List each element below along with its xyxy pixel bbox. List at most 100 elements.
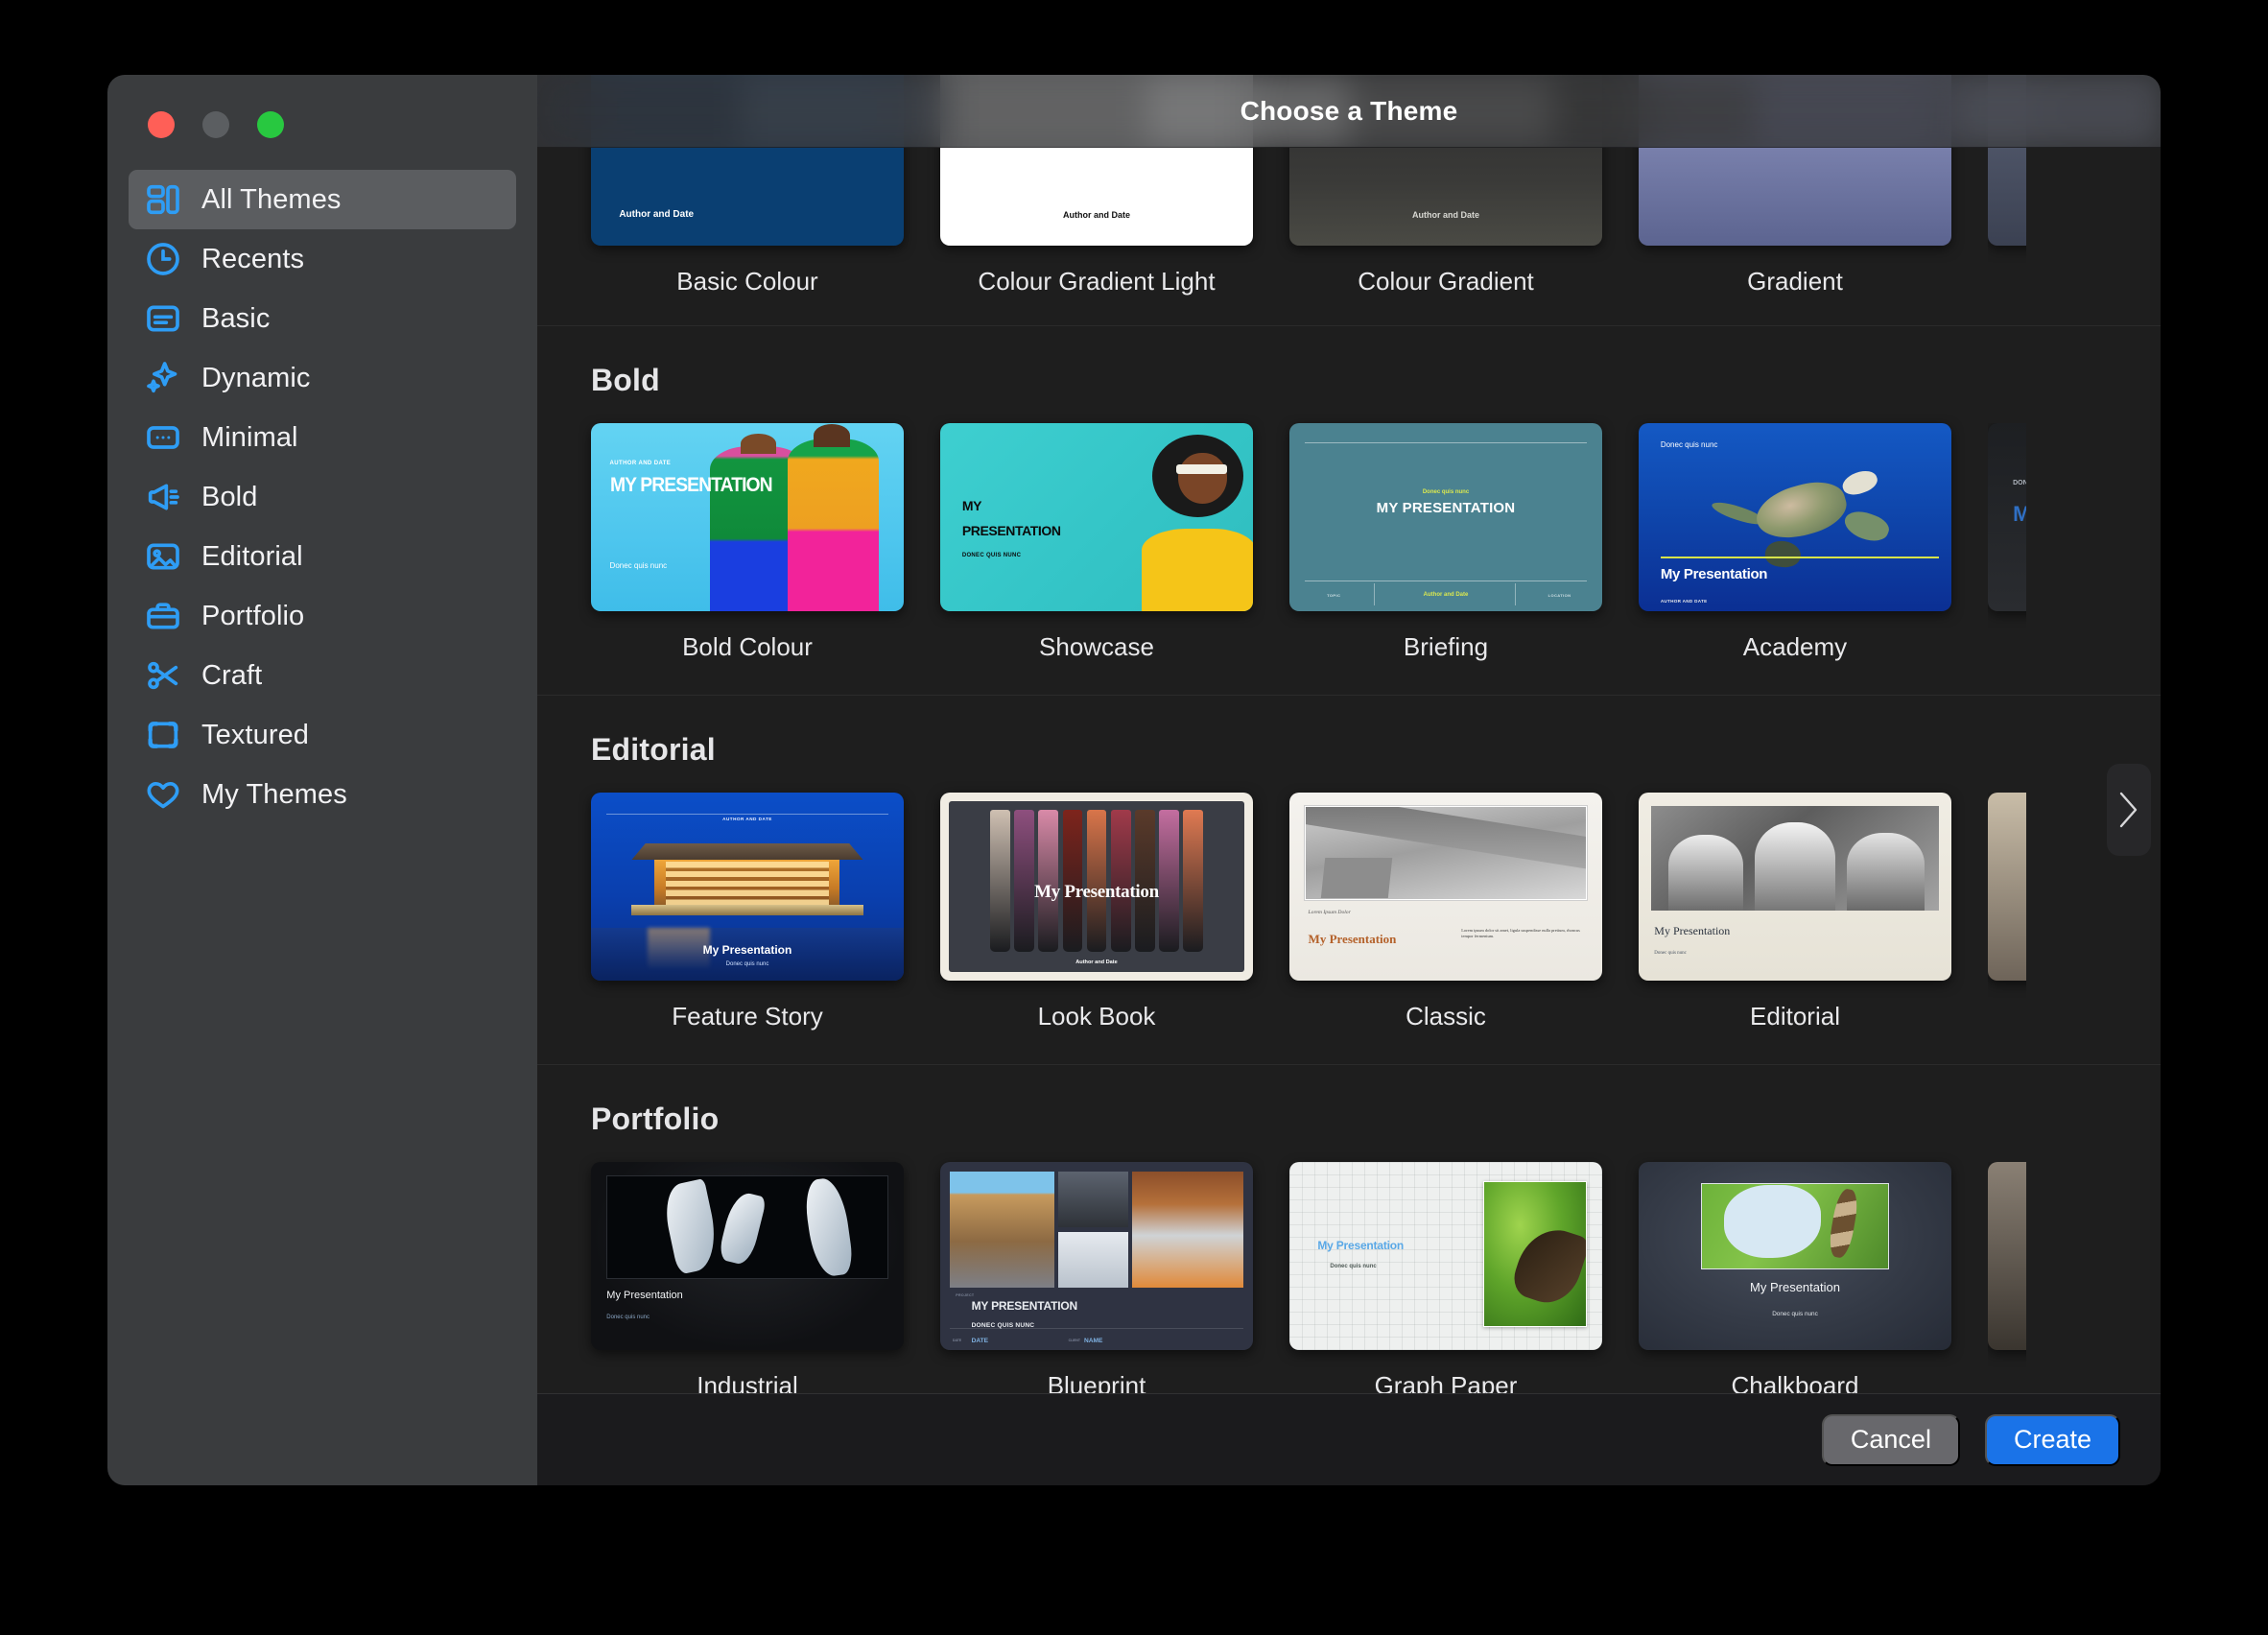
slide-title: My Presentation <box>1308 932 1397 947</box>
sidebar-item-recents[interactable]: Recents <box>129 229 516 289</box>
dialog-footer: Cancel Create <box>537 1393 2161 1485</box>
sidebar-item-label: All Themes <box>201 183 342 215</box>
theme-name: Industrial <box>697 1371 798 1393</box>
sidebar-item-label: Portfolio <box>201 600 305 631</box>
theme-cell[interactable]: PROJECT MY PRESENTATION DONEC QUIS NUNC … <box>940 1162 1253 1393</box>
sidebar-item-craft[interactable]: Craft <box>129 646 516 705</box>
theme-cell[interactable]: AUTHOR AND DATE MY PRESENTATION Donec qu… <box>591 423 904 662</box>
theme-section: Editorial AUTHOR AND DATE My Presentatio… <box>537 695 2161 1064</box>
sidebar-item-label: Dynamic <box>201 362 311 393</box>
theme-slide-preview: My Presentation Donec quis nunc <box>1639 793 1951 981</box>
sidebar-item-editorial[interactable]: Editorial <box>129 527 516 586</box>
theme-slide-preview: Donec quis nunc My Presentation AUTHOR A… <box>1639 423 1951 611</box>
theme-cell-partial[interactable]: DON M <box>1988 423 2026 662</box>
theme-cell-partial[interactable] <box>1988 793 2026 1031</box>
sidebar-item-my-themes[interactable]: My Themes <box>129 765 516 824</box>
theme-name: Showcase <box>1039 632 1154 661</box>
slide-title: MY PRESENTATION <box>1376 500 1516 517</box>
slide-title: My Presentation <box>606 1290 683 1302</box>
theme-slide-preview <box>1988 1162 2026 1350</box>
ellipsis-box-icon <box>144 418 182 457</box>
theme-name: Gradient <box>1747 267 1843 296</box>
sidebar-item-label: Textured <box>201 719 310 750</box>
theme-thumbnail[interactable]: My Presentation Donec quis nunc <box>591 1162 904 1350</box>
slide-subtitle: Donec quis nunc <box>606 1314 650 1320</box>
slide-subtitle: Donec quis nunc <box>725 961 769 968</box>
slide-eyebrow: DON <box>2013 479 2026 486</box>
cancel-button[interactable]: Cancel <box>1821 1413 1960 1466</box>
sidebar-item-label: Bold <box>201 481 258 512</box>
slide-title: MY PRESENTATION <box>609 473 773 496</box>
theme-thumbnail[interactable]: PROJECT MY PRESENTATION DONEC QUIS NUNC … <box>940 1162 1253 1350</box>
theme-cell[interactable]: My Presentation Donec quis nunc Graph Pa… <box>1289 1162 1602 1393</box>
theme-cell[interactable]: My Presentation Donec quis nunc Editoria… <box>1639 793 1951 1031</box>
theme-thumbnail[interactable]: My Presentation Donec quis nunc <box>1289 1162 1602 1350</box>
theme-thumbnail[interactable]: Donec quis nunc MY PRESENTATION TOPIC Au… <box>1289 423 1602 611</box>
theme-name: Bold Colour <box>682 632 813 661</box>
close-button[interactable] <box>148 111 175 138</box>
sidebar: All Themes Recents Basic Dynamic Minimal… <box>107 75 537 1485</box>
theme-thumbnail[interactable]: MY PRESENTATION DONEC QUIS NUNC <box>940 423 1253 611</box>
chevron-right-icon <box>2118 791 2139 829</box>
slide-subtitle: Donec quis nunc <box>1330 1263 1377 1269</box>
sidebar-item-bold[interactable]: Bold <box>129 467 516 527</box>
theme-cell-partial[interactable] <box>1988 1162 2026 1393</box>
theme-thumbnail[interactable]: AUTHOR AND DATE MY PRESENTATION Donec qu… <box>591 423 904 611</box>
theme-cell[interactable]: Donec quis nunc MY PRESENTATION TOPIC Au… <box>1289 423 1602 662</box>
slide-author: Author and Date <box>1075 959 1118 965</box>
sidebar-item-label: My Themes <box>201 778 347 810</box>
slide-subtitle: DONEC QUIS NUNC <box>961 553 1022 559</box>
theme-name: Basic Colour <box>676 267 818 296</box>
sidebar-item-label: Basic <box>201 302 271 334</box>
theme-thumbnail[interactable]: My Presentation Donec quis nunc <box>1639 1162 1951 1350</box>
theme-thumbnail-partial[interactable] <box>1988 793 2026 981</box>
slide-value-date: DATE <box>971 1338 989 1345</box>
create-button[interactable]: Create <box>1984 1413 2120 1466</box>
slide-title: MY <box>961 498 982 514</box>
theme-cell[interactable]: My Presentation Donec quis nunc Chalkboa… <box>1639 1162 1951 1393</box>
slide-footer-left: TOPIC <box>1327 593 1341 599</box>
theme-cell[interactable]: Donec quis nunc My Presentation AUTHOR A… <box>1639 423 1951 662</box>
section-heading: Bold <box>591 363 660 397</box>
theme-sections: Author and Date Basic Colour Author and … <box>537 75 2161 1393</box>
theme-thumbnail[interactable]: AUTHOR AND DATE My Presentation Donec qu… <box>591 793 904 981</box>
theme-cell[interactable]: My Presentation Author and Date Look Boo… <box>940 793 1253 1031</box>
sidebar-item-all-themes[interactable]: All Themes <box>129 170 516 229</box>
theme-scroll-area[interactable]: Author and Date Basic Colour Author and … <box>537 75 2161 1393</box>
theme-slide-preview: My Presentation Donec quis nunc <box>1289 1162 1602 1350</box>
theme-slide-preview: PROJECT MY PRESENTATION DONEC QUIS NUNC … <box>940 1162 1253 1350</box>
slide-eyebrow: Lorem Ipsum Dolor <box>1308 909 1351 915</box>
section-heading: Editorial <box>591 732 716 767</box>
theme-row: AUTHOR AND DATE My Presentation Donec qu… <box>537 775 2161 1064</box>
sidebar-item-portfolio[interactable]: Portfolio <box>129 586 516 646</box>
sidebar-item-minimal[interactable]: Minimal <box>129 408 516 467</box>
theme-row: My Presentation Donec quis nunc Industri… <box>537 1145 2161 1393</box>
slide-label-date: DATE <box>953 1339 962 1343</box>
sidebar-item-dynamic[interactable]: Dynamic <box>129 348 516 408</box>
theme-thumbnail-partial[interactable] <box>1988 1162 2026 1350</box>
slide-label-client: CLIENT <box>1068 1339 1080 1343</box>
theme-row: AUTHOR AND DATE MY PRESENTATION Donec qu… <box>537 406 2161 695</box>
slide-subtitle: Donec quis nunc <box>1422 488 1470 495</box>
sidebar-item-textured[interactable]: Textured <box>129 705 516 765</box>
zoom-button[interactable] <box>257 111 284 138</box>
slide-title: MY PRESENTATION <box>971 1299 1078 1314</box>
minimize-button[interactable] <box>202 111 229 138</box>
sidebar-item-label: Editorial <box>201 540 303 572</box>
theme-thumbnail[interactable]: My Presentation Author and Date <box>940 793 1253 981</box>
sidebar-item-basic[interactable]: Basic <box>129 289 516 348</box>
theme-thumbnail[interactable]: Lorem Ipsum Dolor My Presentation Lorem … <box>1289 793 1602 981</box>
theme-thumbnail-partial[interactable]: DON M <box>1988 423 2026 611</box>
slide-title-2: PRESENTATION <box>961 522 1061 538</box>
theme-thumbnail[interactable]: My Presentation Donec quis nunc <box>1639 793 1951 981</box>
theme-name: Graph Paper <box>1374 1371 1518 1393</box>
theme-thumbnail[interactable]: Donec quis nunc My Presentation AUTHOR A… <box>1639 423 1951 611</box>
theme-cell[interactable]: MY PRESENTATION DONEC QUIS NUNC Showcase <box>940 423 1253 662</box>
sparkles-icon <box>144 359 182 397</box>
slide-footer-center: Author and Date <box>1423 592 1469 599</box>
theme-cell[interactable]: My Presentation Donec quis nunc Industri… <box>591 1162 904 1393</box>
scroll-right-button[interactable] <box>2107 764 2151 856</box>
slide-author: Author and Date <box>619 208 695 220</box>
theme-cell[interactable]: AUTHOR AND DATE My Presentation Donec qu… <box>591 793 904 1031</box>
theme-cell[interactable]: Lorem Ipsum Dolor My Presentation Lorem … <box>1289 793 1602 1031</box>
